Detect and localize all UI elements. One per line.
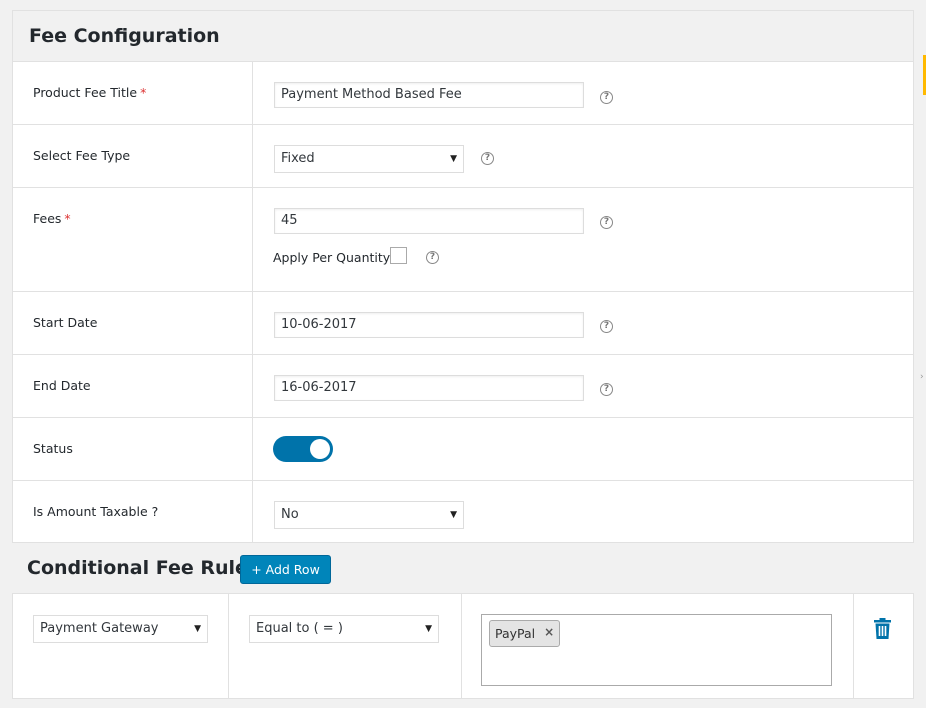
help-circle-icon[interactable]: ? <box>426 251 439 264</box>
select-fee-type-label: Select Fee Type <box>33 148 131 163</box>
tag-paypal: PayPal × <box>489 620 561 647</box>
row-status: Status <box>13 418 913 481</box>
row-fees: Fees * <box>13 188 913 292</box>
triangle-down-icon: ▼ <box>450 154 457 164</box>
triangle-down-icon: ▼ <box>425 624 432 634</box>
status-label: Status <box>33 441 73 456</box>
panel-header: Fee Configuration <box>13 11 913 62</box>
help-circle-icon[interactable]: ? <box>600 320 613 333</box>
operator-value: Equal to ( = ) <box>256 621 343 636</box>
conditional-fee-rule-title: Conditional Fee Rule <box>27 557 248 579</box>
end-date-label: End Date <box>33 378 91 393</box>
trash-icon[interactable] <box>873 618 892 640</box>
status-toggle[interactable] <box>273 436 333 462</box>
fees-input[interactable]: 45 <box>274 208 584 234</box>
apply-per-quantity-label: Apply Per Quantity <box>273 250 391 265</box>
required-marker: * <box>140 85 147 100</box>
start-date-input[interactable]: 10-06-2017 <box>274 312 584 338</box>
help-circle-icon[interactable]: ? <box>600 383 613 396</box>
operator-select[interactable]: Equal to ( = ) ▼ <box>249 615 439 643</box>
add-row-button[interactable]: + Add Row <box>240 555 331 584</box>
condition-select[interactable]: Payment Gateway ▼ <box>33 615 208 643</box>
product-fee-title-label: Product Fee Title <box>33 85 138 100</box>
end-date-input[interactable]: 16-06-2017 <box>274 375 584 401</box>
help-circle-icon[interactable]: ? <box>600 216 613 229</box>
tag-label: PayPal <box>495 626 536 641</box>
triangle-down-icon: ▼ <box>194 624 201 634</box>
product-fee-title-input[interactable]: Payment Method Based Fee <box>274 82 584 108</box>
scrollbar-area <box>914 0 926 708</box>
fees-label: Fees <box>33 211 62 226</box>
start-date-label: Start Date <box>33 315 98 330</box>
condition-value: Payment Gateway <box>40 621 159 636</box>
toggle-knob <box>310 439 330 459</box>
is-amount-taxable-label: Is Amount Taxable ? <box>33 504 159 519</box>
taxable-value: No <box>281 507 299 522</box>
apply-per-quantity-checkbox[interactable] <box>390 247 407 264</box>
value-tags-input[interactable]: PayPal × <box>481 614 832 686</box>
collapse-caret-icon: › <box>920 372 924 382</box>
taxable-select[interactable]: No ▼ <box>274 501 464 529</box>
required-marker: * <box>64 211 71 226</box>
help-circle-icon[interactable]: ? <box>600 91 613 104</box>
fee-type-select[interactable]: Fixed ▼ <box>274 145 464 173</box>
help-circle-icon[interactable]: ? <box>481 152 494 165</box>
close-icon[interactable]: × <box>544 620 554 645</box>
panel-title: Fee Configuration <box>29 25 220 47</box>
triangle-down-icon: ▼ <box>450 510 457 520</box>
fee-type-value: Fixed <box>281 151 315 166</box>
